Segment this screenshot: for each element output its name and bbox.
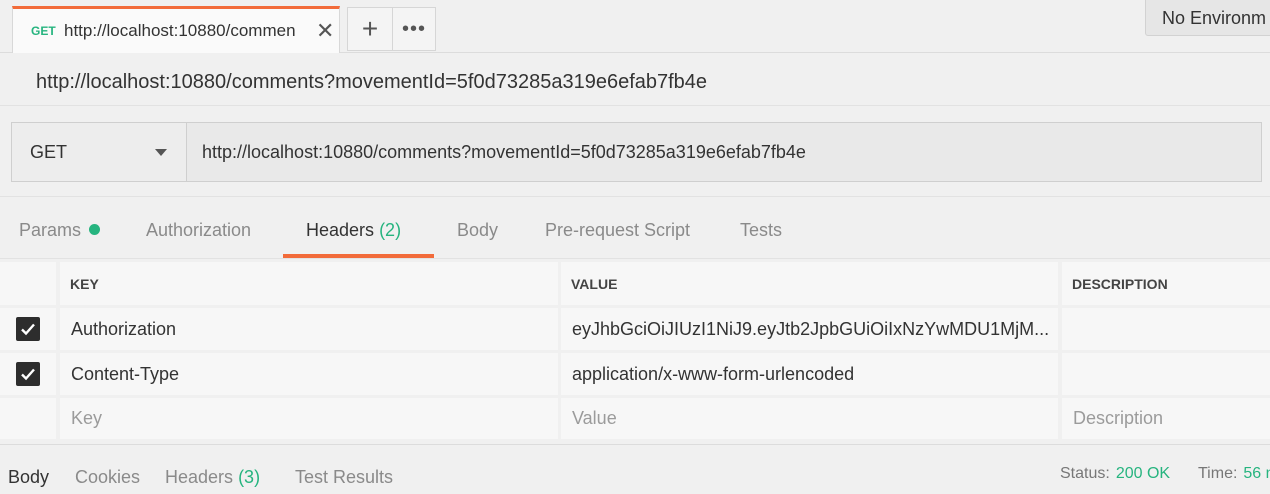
- new-tab-button[interactable]: +: [347, 7, 393, 51]
- new-key-input[interactable]: Key: [60, 398, 558, 439]
- response-status: Status: 200 OK: [1060, 465, 1170, 483]
- url-bar: GET http://localhost:10880/comments?move…: [11, 122, 1262, 182]
- header-description-field[interactable]: [1062, 308, 1270, 350]
- response-time: Time: 56 ms: [1198, 465, 1270, 483]
- response-tab-body[interactable]: Body: [8, 467, 49, 488]
- header-value-field[interactable]: eyJhbGciOiJIUzI1NiJ9.eyJtb2JpbGUiOiIxNzY…: [561, 308, 1058, 350]
- request-name[interactable]: http://localhost:10880/comments?movement…: [36, 71, 707, 94]
- time-value: 56 ms: [1243, 465, 1270, 482]
- row-checkbox-cell: [0, 398, 56, 439]
- response-tab-test-results[interactable]: Test Results: [295, 467, 393, 488]
- params-indicator-dot: [89, 224, 101, 235]
- response-headers-count: (3): [238, 467, 261, 487]
- table-row: Authorization eyJhbGciOiJIUzI1NiJ9.eyJtb…: [0, 308, 1270, 350]
- response-tab-headers-label: Headers: [165, 467, 234, 487]
- tab-body[interactable]: Body: [457, 220, 498, 241]
- response-tab-headers[interactable]: Headers (3): [165, 467, 260, 488]
- new-value-input[interactable]: Value: [561, 398, 1058, 439]
- tab-bar: GET http://localhost:10880/commen ✕ + ••…: [0, 0, 1270, 53]
- url-input[interactable]: http://localhost:10880/comments?movement…: [187, 123, 1261, 181]
- response-tab-cookies[interactable]: Cookies: [75, 467, 140, 488]
- more-icon: •••: [401, 17, 426, 40]
- status-value: 200 OK: [1115, 465, 1171, 482]
- divider: [0, 258, 1270, 259]
- response-bar: Body Cookies Headers (3) Test Results St…: [0, 444, 1270, 494]
- header-description-field[interactable]: [1062, 353, 1270, 395]
- tab-title: http://localhost:10880/commen: [64, 21, 296, 40]
- header-key-field[interactable]: Content-Type: [60, 353, 558, 395]
- checkbox-checked-icon[interactable]: [16, 362, 40, 386]
- column-header-value: VALUE: [561, 262, 1058, 305]
- checkbox-checked-icon[interactable]: [16, 317, 40, 341]
- method-label: GET: [30, 141, 68, 162]
- tab-params-label: Params: [19, 220, 82, 240]
- row-checkbox-cell: [0, 353, 56, 395]
- request-tabs: Params Authorization Headers (2) Body Pr…: [0, 214, 1270, 258]
- more-tabs-button[interactable]: •••: [393, 7, 436, 51]
- column-header-key: KEY: [60, 262, 558, 305]
- time-label: Time:: [1198, 465, 1238, 482]
- table-row: Content-Type application/x-www-form-urle…: [0, 353, 1270, 395]
- row-checkbox-cell: [0, 308, 56, 350]
- request-tab[interactable]: GET http://localhost:10880/commen ✕: [12, 6, 340, 53]
- tab-method-badge: GET: [31, 24, 56, 38]
- tab-headers-label: Headers: [306, 220, 375, 240]
- tab-headers-count: (2): [379, 220, 402, 240]
- divider: [0, 196, 1270, 197]
- close-icon[interactable]: ✕: [316, 20, 334, 42]
- tab-prerequest-script[interactable]: Pre-request Script: [545, 220, 690, 241]
- tab-headers[interactable]: Headers (2): [306, 220, 401, 241]
- plus-icon: +: [361, 13, 379, 44]
- tab-params[interactable]: Params: [19, 220, 101, 241]
- environment-select[interactable]: No Environm: [1145, 0, 1270, 36]
- header-cell-select: [0, 262, 56, 305]
- header-key-field[interactable]: Authorization: [60, 308, 558, 350]
- status-label: Status:: [1060, 465, 1110, 482]
- header-value-field[interactable]: application/x-www-form-urlencoded: [561, 353, 1058, 395]
- table-header-row: KEY VALUE DESCRIPTION: [0, 262, 1270, 305]
- table-row-new: Key Value Description: [0, 398, 1270, 439]
- chevron-down-icon: [155, 149, 167, 156]
- tab-tests[interactable]: Tests: [740, 220, 782, 241]
- column-header-description: DESCRIPTION: [1062, 262, 1270, 305]
- method-select[interactable]: GET: [12, 123, 187, 181]
- tab-authorization[interactable]: Authorization: [146, 220, 251, 241]
- divider: [0, 105, 1270, 106]
- new-description-input[interactable]: Description: [1062, 398, 1270, 439]
